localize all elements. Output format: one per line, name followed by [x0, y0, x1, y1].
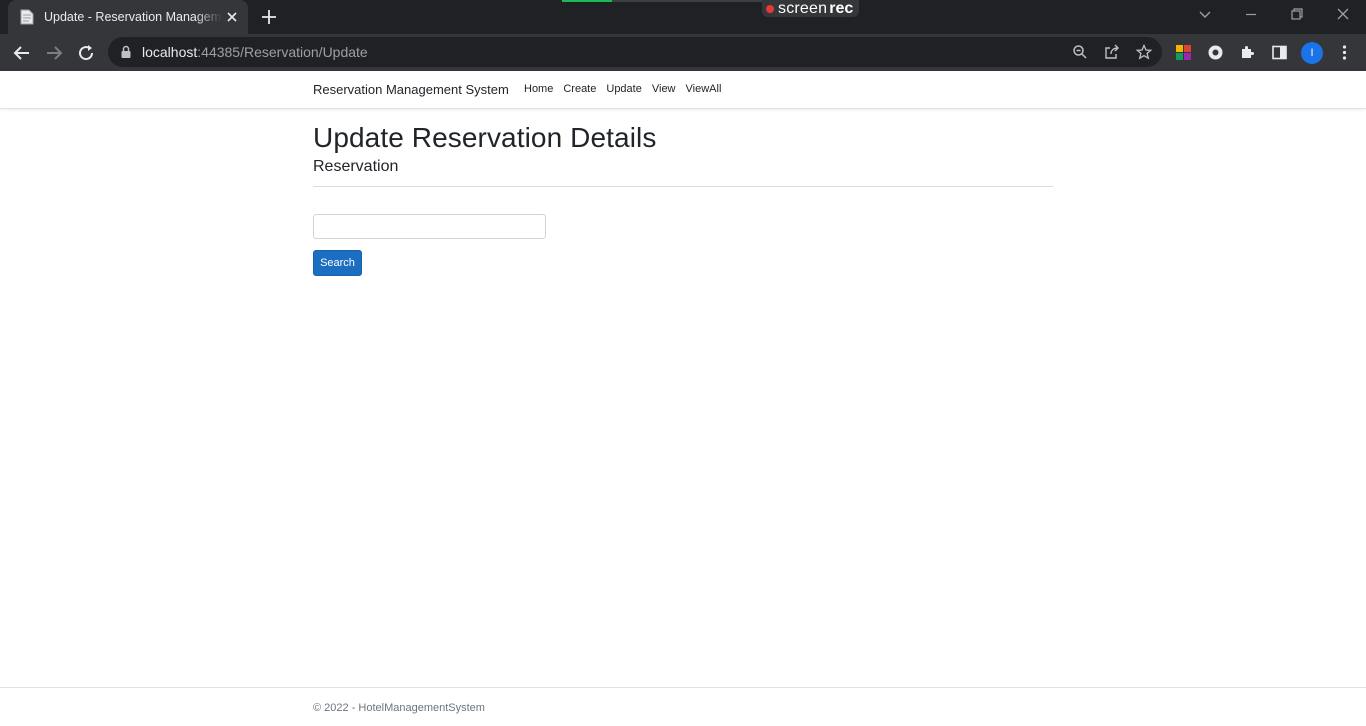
side-panel-icon[interactable] [1271, 44, 1288, 61]
browser-tabstrip: Update - Reservation Management System s… [0, 0, 1366, 34]
screenrec-word: screen [778, 0, 828, 17]
forward-arrow-icon[interactable] [44, 43, 64, 63]
more-menu-icon[interactable] [1336, 44, 1353, 61]
section-subtitle: Reservation [313, 158, 399, 175]
nav-link-update[interactable]: Update [601, 83, 646, 95]
back-arrow-icon[interactable] [12, 43, 32, 63]
reload-icon[interactable] [76, 43, 96, 63]
footer-copyright: © 2022 - HotelManagementSystem [313, 702, 485, 714]
zoom-icon[interactable] [1072, 44, 1088, 60]
url-text[interactable]: localhost:44385/Reservation/Update [142, 44, 368, 60]
nav-link-create[interactable]: Create [558, 83, 601, 95]
close-icon[interactable] [224, 9, 240, 25]
document-icon [20, 9, 34, 25]
new-tab-icon[interactable] [260, 8, 278, 26]
restore-icon[interactable] [1289, 6, 1305, 22]
browser-toolbar: localhost:44385/Reservation/Update I [0, 34, 1366, 71]
nav-link-view[interactable]: View [647, 83, 681, 95]
extensions-puzzle-icon[interactable] [1239, 44, 1256, 61]
address-bar[interactable]: localhost:44385/Reservation/Update [108, 37, 1162, 67]
nav-link-home[interactable]: Home [519, 83, 558, 95]
tab-search-chevron-icon[interactable] [1197, 6, 1213, 22]
divider [313, 186, 1053, 187]
site-footer: © 2022 - HotelManagementSystem [0, 687, 1366, 726]
nav-links: Home Create Update View ViewAll [519, 83, 726, 95]
extension-colorful-icon[interactable] [1175, 44, 1192, 61]
recording-indicator-bar [562, 0, 612, 2]
extension-circle-icon[interactable] [1207, 44, 1224, 61]
screenrec-logo: screen rec [762, 0, 860, 17]
record-dot-icon [766, 4, 774, 13]
recording-strip [612, 0, 767, 2]
nav-link-viewall[interactable]: ViewAll [681, 83, 727, 95]
window-close-icon[interactable] [1335, 6, 1351, 22]
profile-avatar[interactable]: I [1301, 42, 1323, 64]
minimize-icon[interactable] [1243, 6, 1259, 22]
search-button[interactable]: Search [313, 250, 362, 276]
tab-title: Update - Reservation Management System [44, 10, 222, 24]
page-title: Update Reservation Details [313, 122, 657, 153]
bookmark-star-icon[interactable] [1136, 44, 1152, 60]
main-content: Update Reservation Details Reservation S… [313, 121, 1053, 276]
search-input[interactable] [313, 214, 546, 239]
share-icon[interactable] [1104, 44, 1120, 60]
web-page: Reservation Management System Home Creat… [0, 71, 1366, 726]
lock-icon[interactable] [120, 45, 132, 59]
site-navbar: Reservation Management System Home Creat… [0, 71, 1366, 109]
screenrec-word-bold: rec [829, 0, 854, 17]
navbar-brand[interactable]: Reservation Management System [313, 82, 509, 97]
browser-tab[interactable]: Update - Reservation Management System [8, 0, 248, 34]
